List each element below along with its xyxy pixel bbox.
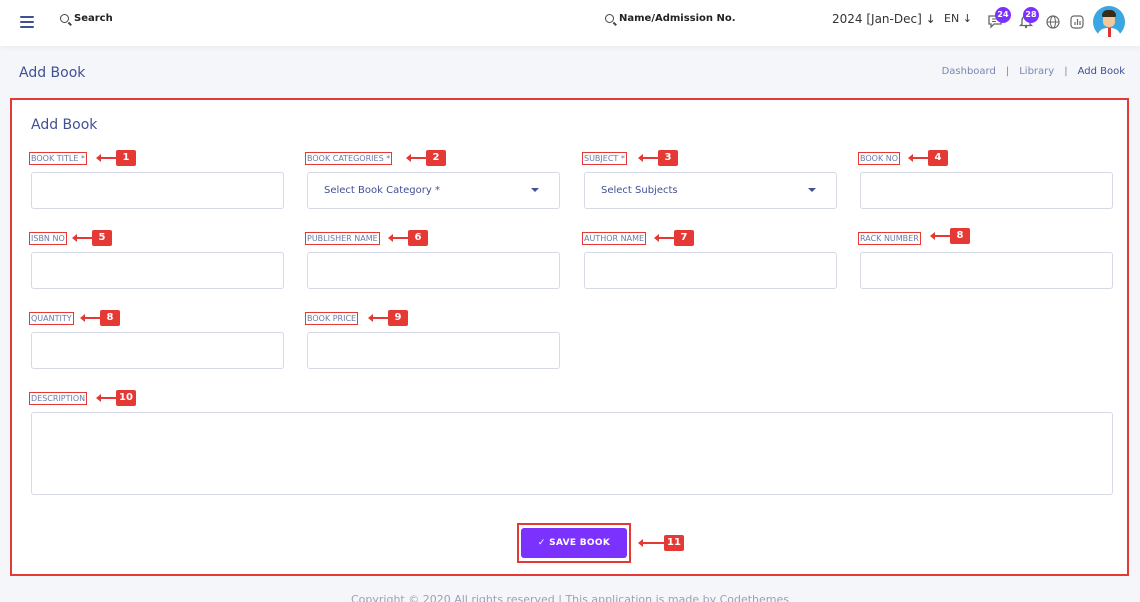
author-name-input[interactable] xyxy=(584,252,837,289)
book-category-select[interactable]: Select Book Category * xyxy=(307,172,560,209)
avatar[interactable] xyxy=(1093,6,1125,38)
session-selector[interactable]: 2024 [Jan-Dec] ↓ xyxy=(832,12,936,26)
book-no-input[interactable] xyxy=(860,172,1113,209)
annotation-marker: 5 xyxy=(72,230,112,246)
annotation-marker: 10 xyxy=(96,390,136,406)
book-price-input[interactable] xyxy=(307,332,560,369)
caret-down-icon xyxy=(808,188,816,192)
label-quantity: QUANTITY xyxy=(29,312,74,325)
annotation-marker: 9 xyxy=(368,310,408,326)
label-rack-number: RACK NUMBER xyxy=(858,232,921,245)
book-title-input[interactable] xyxy=(31,172,284,209)
label-author-name: AUTHOR NAME xyxy=(582,232,647,245)
label-book-categories: BOOK CATEGORIES * xyxy=(305,152,393,165)
page-title: Add Book xyxy=(19,65,86,81)
save-button-frame: ✓ SAVE BOOK xyxy=(517,523,631,563)
top-navbar: Search Name/Admission No. 2024 [Jan-Dec]… xyxy=(0,0,1140,46)
breadcrumb-separator: | xyxy=(1064,66,1068,77)
search-label: Search xyxy=(74,13,113,24)
quantity-input[interactable] xyxy=(31,332,284,369)
breadcrumb-separator: | xyxy=(1005,66,1010,77)
language-selector[interactable]: EN ↓ xyxy=(944,12,972,25)
subject-select[interactable]: Select Subjects xyxy=(584,172,837,209)
annotation-marker: 8 xyxy=(80,310,120,326)
rack-number-input[interactable] xyxy=(860,252,1113,289)
label-isbn-no: ISBN NO xyxy=(29,232,67,245)
notifications-badge: 28 xyxy=(1023,7,1039,23)
save-book-label: SAVE BOOK xyxy=(549,538,611,548)
label-book-price: BOOK PRICE xyxy=(305,312,359,325)
breadcrumb: Dashboard | Library | Add Book xyxy=(942,66,1125,77)
description-textarea[interactable] xyxy=(31,412,1113,495)
arrow-down-icon: ↓ xyxy=(962,12,972,25)
hamburger-icon[interactable] xyxy=(20,16,34,28)
label-book-title: BOOK TITLE * xyxy=(29,152,87,165)
annotation-marker: 11 xyxy=(638,535,684,551)
subject-placeholder: Select Subjects xyxy=(601,185,678,196)
breadcrumb-dashboard[interactable]: Dashboard xyxy=(942,66,996,77)
language-label: EN xyxy=(944,12,960,25)
isbn-no-input[interactable] xyxy=(31,252,284,289)
add-book-card: Add Book BOOK TITLE * 1 BOOK CATEGORIES … xyxy=(10,98,1129,576)
student-search-box[interactable]: Name/Admission No. xyxy=(605,13,736,24)
footer: Copyright © 2020 All rights reserved | T… xyxy=(350,593,790,602)
session-label: 2024 [Jan-Dec] xyxy=(832,12,922,26)
form-title: Add Book xyxy=(31,117,98,133)
label-book-no: BOOK NO xyxy=(858,152,901,165)
annotation-marker: 6 xyxy=(388,230,428,246)
globe-icon[interactable] xyxy=(1044,12,1062,30)
annotation-marker: 4 xyxy=(908,150,948,166)
student-search-label: Name/Admission No. xyxy=(619,13,736,24)
annotation-marker: 1 xyxy=(96,150,136,166)
label-publisher-name: PUBLISHER NAME xyxy=(305,232,380,245)
label-subject: SUBJECT * xyxy=(582,152,627,165)
messages-badge: 24 xyxy=(995,7,1011,23)
search-box[interactable]: Search xyxy=(60,13,113,24)
label-description: DESCRIPTION xyxy=(29,392,88,405)
publisher-name-input[interactable] xyxy=(307,252,560,289)
annotation-marker: 2 xyxy=(406,150,446,166)
caret-down-icon xyxy=(531,188,539,192)
breadcrumb-current: Add Book xyxy=(1077,66,1125,77)
search-icon xyxy=(605,14,614,23)
arrow-down-icon: ↓ xyxy=(925,12,936,26)
annotation-marker: 8 xyxy=(930,228,970,244)
search-icon xyxy=(60,14,69,23)
book-category-placeholder: Select Book Category * xyxy=(324,185,440,196)
annotation-marker: 3 xyxy=(638,150,678,166)
save-book-button[interactable]: ✓ SAVE BOOK xyxy=(521,528,627,558)
check-icon: ✓ xyxy=(537,538,546,548)
breadcrumb-library[interactable]: Library xyxy=(1019,66,1054,77)
annotation-marker: 7 xyxy=(654,230,694,246)
chart-icon[interactable] xyxy=(1068,12,1086,30)
